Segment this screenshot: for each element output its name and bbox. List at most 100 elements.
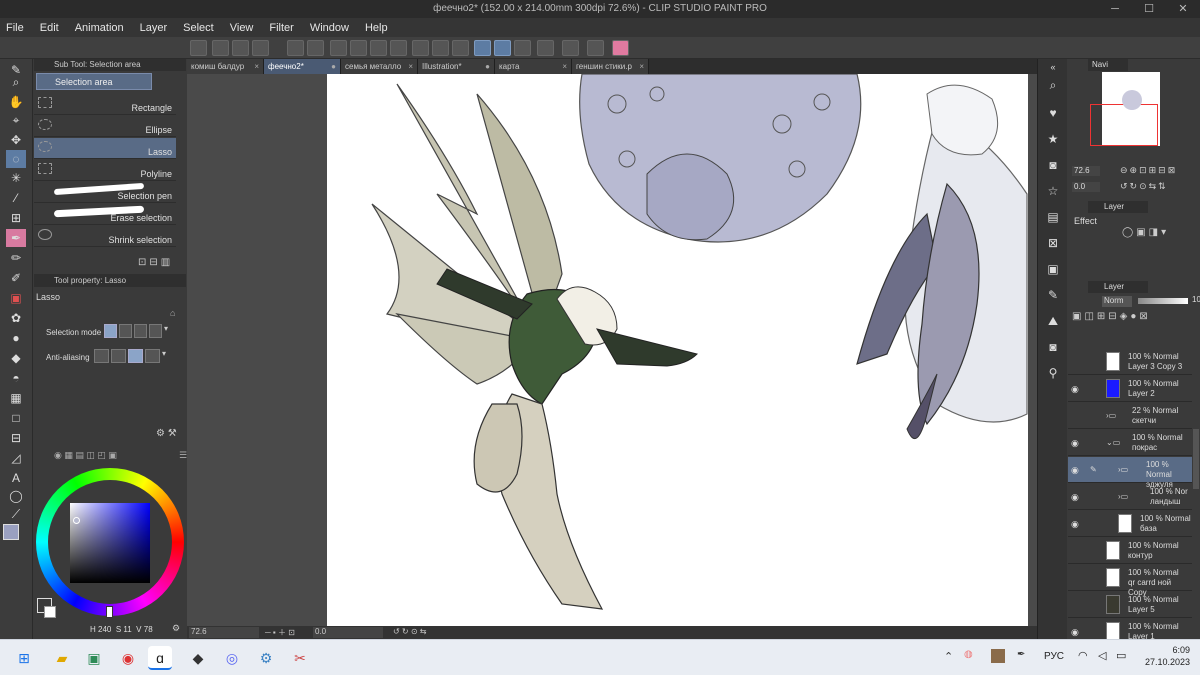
- maximize-icon[interactable]: ☐: [1132, 0, 1166, 18]
- chrome-icon[interactable]: ◉: [116, 646, 140, 670]
- close-icon[interactable]: ✕: [1166, 0, 1200, 18]
- eyedropper-icon[interactable]: ⁄: [6, 189, 26, 207]
- tab-feechno2[interactable]: феечно2* ●: [264, 59, 341, 74]
- camera-icon[interactable]: ◙: [1044, 157, 1062, 174]
- language-indicator[interactable]: РУС: [1044, 651, 1064, 662]
- volume-icon[interactable]: ◁: [1098, 649, 1106, 662]
- menu-window[interactable]: Window: [310, 22, 349, 34]
- effect-buttons[interactable]: ◯▣◨▾: [1122, 227, 1169, 238]
- material-grid-icon[interactable]: ⊠: [1044, 235, 1062, 252]
- layer-row[interactable]: ◉ ⌄▭ 100 % Normal покрас: [1068, 430, 1192, 456]
- menu-help[interactable]: Help: [365, 22, 388, 34]
- mode-subtract-icon[interactable]: [134, 324, 147, 338]
- layer-row[interactable]: 100 % Normal Layer 5: [1068, 592, 1192, 618]
- mode-add-icon[interactable]: [119, 324, 132, 338]
- wifi-icon[interactable]: ◠: [1078, 649, 1088, 662]
- tray-avatar-icon[interactable]: [991, 649, 1005, 663]
- tray-chevron-icon[interactable]: ⌃: [944, 650, 953, 663]
- decoration-icon[interactable]: ✿: [6, 309, 26, 327]
- aa-weak-icon[interactable]: [111, 349, 126, 363]
- menu-animation[interactable]: Animation: [75, 22, 124, 34]
- tray-app-icon[interactable]: ◍: [964, 649, 973, 660]
- layer-row[interactable]: ◉ 100 % Normal Layer 2: [1068, 376, 1192, 402]
- search-icon[interactable]: ⌕: [1044, 77, 1062, 94]
- open-file-icon[interactable]: [232, 40, 249, 56]
- discord-icon[interactable]: ◎: [220, 646, 244, 670]
- operation-icon[interactable]: ⌖: [6, 111, 26, 129]
- close-tab-icon[interactable]: ×: [562, 59, 567, 74]
- snap-grid-icon[interactable]: [514, 40, 531, 56]
- zoom-field[interactable]: 72.6: [189, 627, 259, 638]
- correct-line-icon[interactable]: ⟋: [6, 505, 26, 523]
- material-list-icon[interactable]: ▤: [1044, 209, 1062, 226]
- menu-filter[interactable]: Filter: [269, 22, 293, 34]
- pen-icon[interactable]: ✒: [6, 229, 26, 247]
- rotate-controls[interactable]: ↺ ↻ ⊙ ⇆: [393, 627, 426, 636]
- redo-icon[interactable]: [307, 40, 324, 56]
- layer-row[interactable]: ◉ ✎ ›▭ 100 % Normal эджуля: [1068, 457, 1192, 489]
- transform-icon[interactable]: [370, 40, 387, 56]
- text-icon[interactable]: A: [6, 469, 26, 487]
- crop-tool-icon[interactable]: ⊞: [6, 209, 26, 227]
- tab-semya[interactable]: семья металло ×: [341, 59, 418, 74]
- angle-field[interactable]: 0.0: [313, 627, 383, 638]
- frame-icon[interactable]: ⊟: [6, 429, 26, 447]
- subtool-ellipse[interactable]: Ellipse: [34, 116, 176, 137]
- color-settings-icon[interactable]: ⚙: [172, 623, 180, 634]
- lock-icon[interactable]: ⌂: [170, 308, 175, 318]
- eraser-icon[interactable]: ◆: [6, 349, 26, 367]
- navigator-tab[interactable]: Navi: [1088, 59, 1128, 71]
- selection-mode-options[interactable]: ▾: [104, 324, 174, 339]
- battery-icon[interactable]: ▭: [1116, 649, 1126, 662]
- snipping-tool-icon[interactable]: ✂: [288, 646, 312, 670]
- material-photo-icon[interactable]: ◙: [1044, 339, 1062, 356]
- clip-studio-taskbar-icon[interactable]: ɑ: [148, 646, 172, 670]
- mode-new-icon[interactable]: [104, 324, 117, 338]
- saturation-value-square[interactable]: [70, 503, 150, 583]
- layer-row[interactable]: 100 % Normal qr carrd ной Copy: [1068, 565, 1192, 597]
- subtool-erase-selection[interactable]: Erase selection: [34, 204, 176, 225]
- layer-scrollbar[interactable]: [1193, 429, 1199, 489]
- aa-strong-icon[interactable]: [145, 349, 160, 363]
- airbrush-icon[interactable]: ▣: [6, 289, 26, 307]
- opacity-value[interactable]: 100: [1192, 295, 1200, 304]
- chevron-down-icon[interactable]: ▾: [162, 349, 172, 363]
- navigator-preview[interactable]: [1090, 72, 1160, 146]
- subtool-rectangle[interactable]: Rectangle: [34, 94, 176, 115]
- lasso-icon[interactable]: ◌: [6, 150, 26, 168]
- blend-mode-select[interactable]: Norm: [1102, 296, 1132, 307]
- balloon-icon[interactable]: ◯: [6, 487, 26, 505]
- move-icon[interactable]: ✥: [6, 131, 26, 149]
- menu-file[interactable]: File: [6, 22, 24, 34]
- material-star-icon[interactable]: ☆: [1044, 183, 1062, 200]
- hue-handle[interactable]: [106, 606, 113, 618]
- clip-studio-icon[interactable]: [190, 40, 207, 56]
- collapse-icon[interactable]: «: [1044, 59, 1062, 76]
- aa-medium-icon[interactable]: [128, 349, 143, 363]
- color-tabs[interactable]: ◉ ▦ ▤ ◫ ◰ ▣: [54, 450, 164, 460]
- layer-row[interactable]: ›▭ 22 % Normal скетчи: [1068, 403, 1192, 429]
- eye-icon[interactable]: ◉: [1071, 627, 1079, 638]
- brush-icon[interactable]: [587, 40, 604, 56]
- subtool-polyline[interactable]: Polyline: [34, 160, 176, 181]
- layer-toolbar[interactable]: ▣◫⊞⊟◈●⊠: [1072, 311, 1151, 322]
- mode-intersect-icon[interactable]: [149, 324, 162, 338]
- eye-icon[interactable]: ◉: [1071, 438, 1079, 449]
- layer-row[interactable]: ◉ 100 % Normal база: [1068, 511, 1192, 537]
- snap-ruler-icon[interactable]: [474, 40, 491, 56]
- ruler-icon[interactable]: ◿: [6, 449, 26, 467]
- anti-aliasing-options[interactable]: ▾: [94, 349, 174, 364]
- file-explorer-icon[interactable]: ▰: [50, 646, 74, 670]
- subtool-lasso[interactable]: Lasso: [34, 138, 176, 159]
- layer-row[interactable]: ◉ ›▭ 100 % Nor ландыш: [1068, 484, 1192, 510]
- crop-icon[interactable]: [390, 40, 407, 56]
- sub-color-preview[interactable]: [44, 606, 56, 618]
- help-icon[interactable]: [562, 40, 579, 56]
- eye-icon[interactable]: ◉: [1071, 384, 1079, 395]
- save-icon[interactable]: [252, 40, 269, 56]
- opacity-slider[interactable]: [1138, 298, 1188, 304]
- menu-select[interactable]: Select: [183, 22, 214, 34]
- settings-gear-icon[interactable]: ⚙: [254, 646, 278, 670]
- subtool-shrink-selection[interactable]: Shrink selection: [34, 226, 176, 247]
- snap-special-ruler-icon[interactable]: [494, 40, 511, 56]
